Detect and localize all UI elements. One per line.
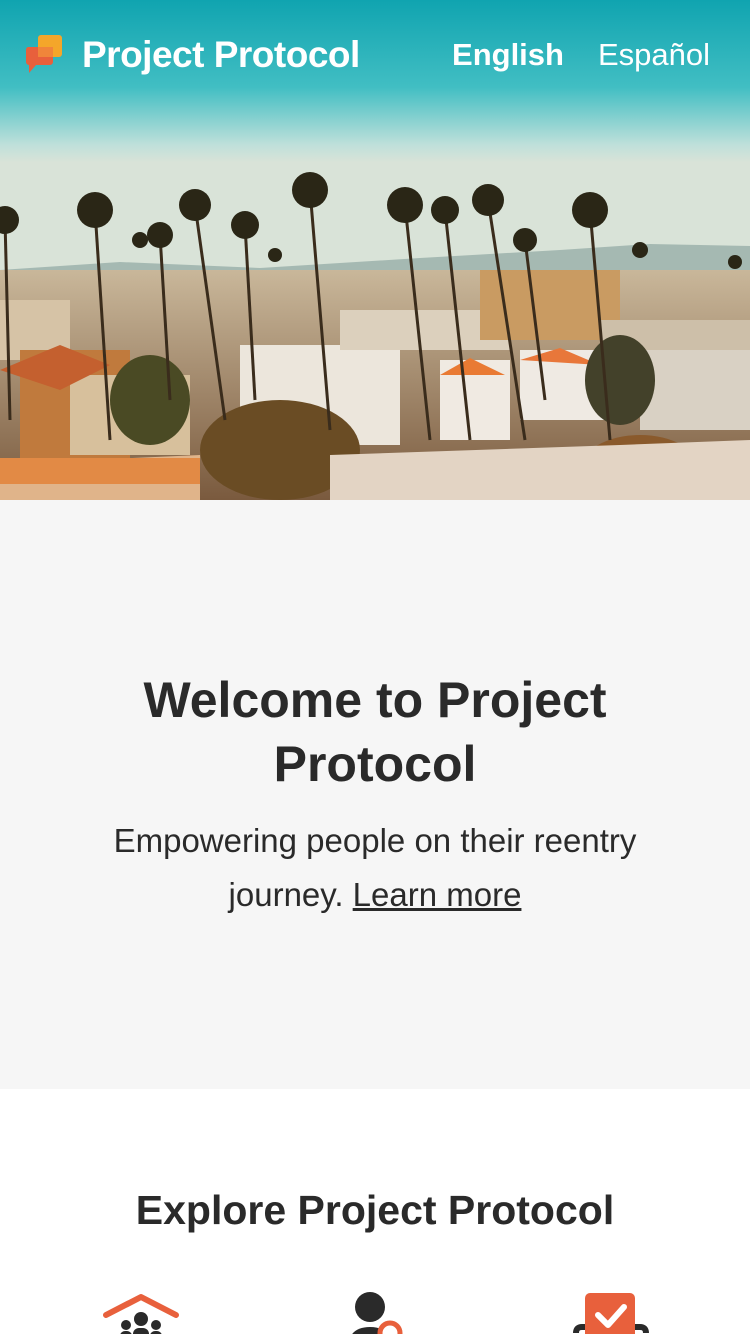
welcome-title: Welcome to Project Protocol <box>143 671 607 792</box>
language-spanish-link[interactable]: Español <box>598 37 710 73</box>
speech-bubbles-logo-icon <box>25 35 64 75</box>
house-people-icon[interactable] <box>96 1289 186 1334</box>
hero-section: Project Protocol English Español <box>0 0 750 500</box>
top-navigation: Project Protocol English Español <box>0 0 750 110</box>
language-english-link[interactable]: English <box>452 37 564 73</box>
checklist-icon[interactable] <box>566 1289 656 1334</box>
person-location-icon[interactable] <box>326 1289 416 1334</box>
welcome-section: Welcome to Project Protocol Empowering p… <box>0 500 750 1089</box>
learn-more-link[interactable]: Learn more <box>353 876 522 913</box>
brand-name: Project Protocol <box>82 34 360 75</box>
brand[interactable]: Project Protocol <box>25 34 360 76</box>
language-switcher: English Español <box>452 37 710 73</box>
welcome-tagline: Empowering people on their reentry journ… <box>80 814 670 922</box>
explore-section: Explore Project Protocol <box>0 1089 750 1334</box>
explore-icons-row <box>0 1289 750 1334</box>
explore-title: Explore Project Protocol <box>135 1187 615 1233</box>
